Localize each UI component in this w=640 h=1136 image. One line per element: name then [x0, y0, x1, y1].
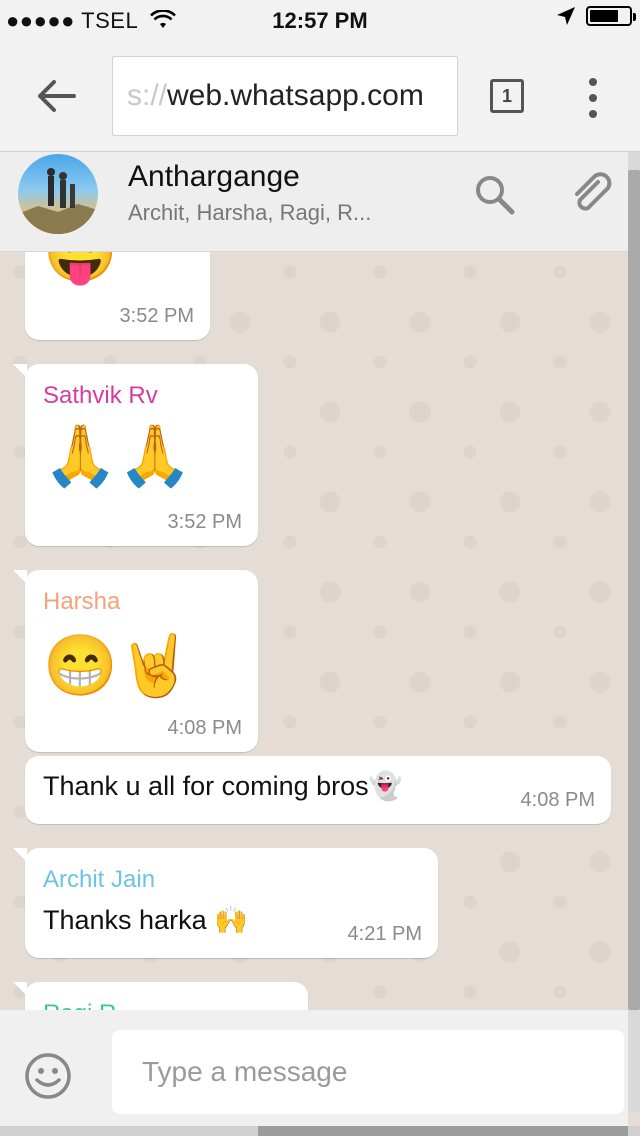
message-bubble[interactable]: Harsha 😁🤘 4:08 PM [13, 570, 258, 752]
message-emoji: 😁🤘 [43, 632, 193, 699]
group-avatar[interactable] [18, 154, 98, 234]
message-time: 3:52 PM [119, 305, 194, 327]
message-text: Thank u all for coming bros👻 [43, 771, 403, 801]
message-bubble[interactable]: Sathvik Rv 🙏🙏 3:52 PM [13, 364, 258, 546]
message-time: 4:08 PM [167, 717, 242, 739]
avatar-image [18, 168, 98, 234]
composer [0, 1010, 628, 1126]
group-members: Archit, Harsha, Ragi, R... [128, 200, 372, 225]
message-time: 4:08 PM [520, 789, 595, 811]
back-arrow-icon[interactable] [32, 76, 80, 116]
search-icon[interactable] [472, 172, 516, 216]
status-bar: ●●●●● TSEL 12:57 PM [0, 0, 640, 40]
clock: 12:57 PM [272, 8, 368, 33]
sender-name: Sathvik Rv [43, 382, 158, 409]
address-bar[interactable]: s:// web.whatsapp.com [112, 56, 458, 136]
tab-switcher-button[interactable]: 1 [490, 79, 524, 113]
message-input[interactable] [112, 1030, 624, 1114]
sender-name: Ragi R [43, 1000, 116, 1010]
url-host: web.whatsapp.com [167, 79, 424, 112]
location-arrow-icon [557, 7, 575, 25]
status-right [556, 6, 636, 26]
page-scroll-thumb[interactable] [258, 1126, 628, 1136]
chat-header[interactable]: Anthargange Archit, Harsha, Ragi, R... [0, 152, 628, 252]
message-bubble[interactable]: Archit Jain Thanks harka 🙌 4:21 PM [13, 848, 438, 958]
message-bubble[interactable]: 😛 3:52 PM [25, 252, 210, 340]
message-bubble[interactable]: Thank u all for coming bros👻 4:08 PM [25, 756, 611, 824]
paperclip-icon[interactable] [568, 170, 616, 218]
sender-name: Archit Jain [43, 866, 156, 893]
emoji-picker-icon[interactable] [24, 1052, 72, 1100]
message-time: 4:21 PM [347, 923, 422, 945]
message-emoji: 🙏🙏 [43, 422, 193, 489]
group-name: Anthargange [128, 160, 300, 193]
browser-toolbar: s:// web.whatsapp.com 1 [0, 40, 640, 152]
scrollbar-thumb[interactable] [628, 170, 640, 1010]
message-time: 3:52 PM [167, 511, 242, 533]
message-text: Thanks harka 🙌 [43, 905, 248, 935]
message-list[interactable]: 😛 3:52 PM Sathvik Rv 🙏🙏 3:52 PM Harsha 😁… [0, 252, 628, 1010]
overflow-menu-icon[interactable] [583, 78, 603, 118]
url-scheme: s:// [127, 79, 168, 112]
message-emoji: 😛 [43, 252, 118, 282]
sender-name: Harsha [43, 588, 121, 615]
battery-icon [586, 6, 636, 26]
message-bubble[interactable]: Ragi R [13, 982, 308, 1010]
